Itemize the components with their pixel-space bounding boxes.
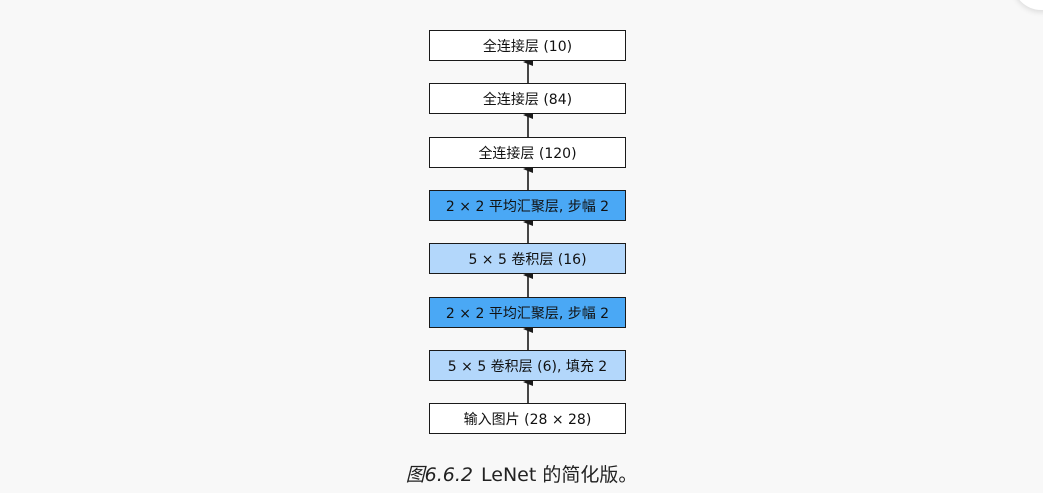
layer-conv-16: 5 × 5 卷积层 (16): [429, 243, 626, 274]
layer-avgpool-1: 2 × 2 平均汇聚层, 步幅 2: [429, 297, 626, 328]
layer-conv-6: 5 × 5 卷积层 (6), 填充 2: [429, 350, 626, 381]
figure-caption: 图6.6.2 LeNet 的简化版。: [0, 460, 1043, 487]
lenet-diagram: 全连接层 (10) 全连接层 (84) 全连接层 (120) 2 × 2 平均汇…: [0, 0, 1043, 460]
layer-fc-120: 全连接层 (120): [429, 137, 626, 168]
caption-text: LeNet 的简化版。: [481, 464, 638, 486]
layer-fc-84: 全连接层 (84): [429, 83, 626, 114]
figure-label: 图6.6.2: [405, 464, 473, 486]
layer-avgpool-2: 2 × 2 平均汇聚层, 步幅 2: [429, 190, 626, 221]
layer-fc-10: 全连接层 (10): [429, 30, 626, 61]
arrow-layer: [523, 58, 533, 403]
layer-input-image: 输入图片 (28 × 28): [429, 403, 626, 434]
